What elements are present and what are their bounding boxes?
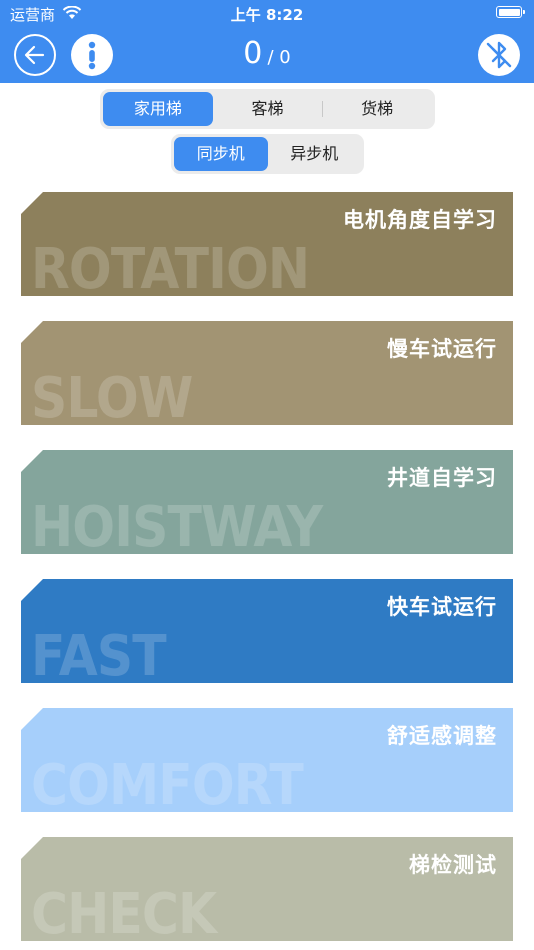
elevator-type-passenger[interactable]: 客梯 [213, 92, 324, 126]
elevator-type-passenger-label: 客梯 [251, 99, 284, 118]
count-total: / 0 [267, 47, 291, 68]
card-title: 慢车试运行 [387, 337, 497, 361]
motor-type-asynchronous[interactable]: 异步机 [268, 137, 362, 171]
motor-type-synchronous[interactable]: 同步机 [174, 137, 268, 171]
card-bg-text: ROTATION [31, 237, 310, 296]
motor-type-selector: 同步机 异步机 [171, 134, 364, 174]
elevator-type-selector: 家用梯 客梯 货梯 [100, 89, 435, 129]
elevator-type-home[interactable]: 家用梯 [103, 92, 213, 126]
elevator-type-freight[interactable]: 货梯 [322, 92, 432, 126]
card-title: 舒适感调整 [387, 724, 497, 748]
status-time: 上午 8:22 [230, 6, 304, 24]
bluetooth-off-icon [486, 41, 512, 69]
app-header: 运营商 上午 8:22 0 / 0 [0, 0, 534, 83]
count-current: 0 [243, 36, 263, 71]
card-slow[interactable]: 慢车试运行 SLOW [21, 321, 513, 425]
card-title: 快车试运行 [387, 595, 497, 619]
card-bg-text: CHECK [31, 882, 217, 941]
card-rotation[interactable]: 电机角度自学习 ROTATION [21, 192, 513, 296]
card-bg-text: HOISTWAY [31, 495, 323, 554]
card-title: 梯检测试 [409, 853, 497, 877]
card-comfort[interactable]: 舒适感调整 COMFORT [21, 708, 513, 812]
card-bg-text: SLOW [31, 366, 193, 425]
status-bar: 运营商 上午 8:22 [0, 0, 534, 28]
progress-counter: 0 / 0 [0, 36, 534, 71]
card-check[interactable]: 梯检测试 CHECK [21, 837, 513, 941]
card-title: 井道自学习 [387, 466, 497, 490]
card-bg-text: FAST [31, 624, 167, 683]
battery-icon [496, 6, 525, 18]
card-title: 电机角度自学习 [343, 208, 497, 232]
card-hoistway[interactable]: 井道自学习 HOISTWAY [21, 450, 513, 554]
card-bg-text: COMFORT [31, 753, 304, 812]
bluetooth-button[interactable] [478, 34, 520, 76]
card-fast[interactable]: 快车试运行 FAST [21, 579, 513, 683]
